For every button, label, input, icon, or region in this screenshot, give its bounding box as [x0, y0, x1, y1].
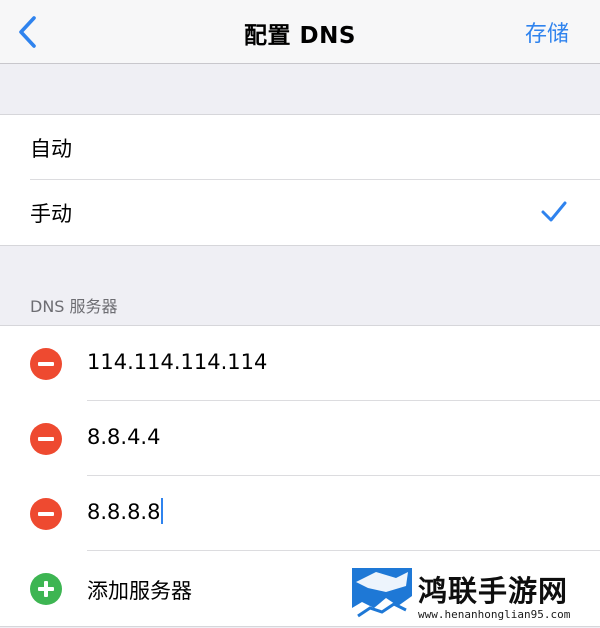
navigation-bar: 配置 DNS 存储 — [0, 0, 600, 64]
dns-server-row: 114.114.114.114 — [0, 326, 600, 401]
text-cursor — [161, 498, 164, 524]
watermark: 鸿联手游网 www.henanhonglian95.com — [352, 568, 600, 628]
dns-server-value[interactable]: 114.114.114.114 — [87, 350, 267, 374]
delete-minus-icon[interactable] — [30, 348, 62, 380]
add-server-label: 添加服务器 — [87, 579, 192, 603]
dns-server-row: 8.8.4.4 — [0, 401, 600, 476]
watermark-name: 鸿联手游网 — [418, 574, 569, 608]
checkmark-icon — [541, 201, 567, 222]
dns-server-input[interactable]: 8.8.8.8 — [87, 498, 164, 526]
watermark-logo-icon — [352, 568, 412, 624]
dns-mode-group: 自动 手动 — [0, 114, 600, 246]
mode-option-label: 自动 — [30, 137, 72, 161]
delete-minus-icon[interactable] — [30, 423, 62, 455]
save-button[interactable]: 存储 — [525, 16, 569, 48]
dns-server-value: 8.8.8.8 — [87, 500, 161, 524]
dns-server-row: 8.8.8.8 — [0, 476, 600, 551]
section-header-dns-servers: DNS 服务器 — [30, 297, 118, 316]
delete-minus-icon[interactable] — [30, 498, 62, 530]
watermark-url: www.henanhonglian95.com — [418, 608, 571, 621]
dns-server-value[interactable]: 8.8.4.4 — [87, 425, 160, 449]
add-plus-icon[interactable] — [30, 573, 62, 605]
mode-option-manual[interactable]: 手动 — [0, 180, 600, 245]
page-title: 配置 DNS — [244, 23, 356, 49]
mode-option-auto[interactable]: 自动 — [0, 115, 600, 180]
mode-option-label: 手动 — [30, 202, 72, 226]
